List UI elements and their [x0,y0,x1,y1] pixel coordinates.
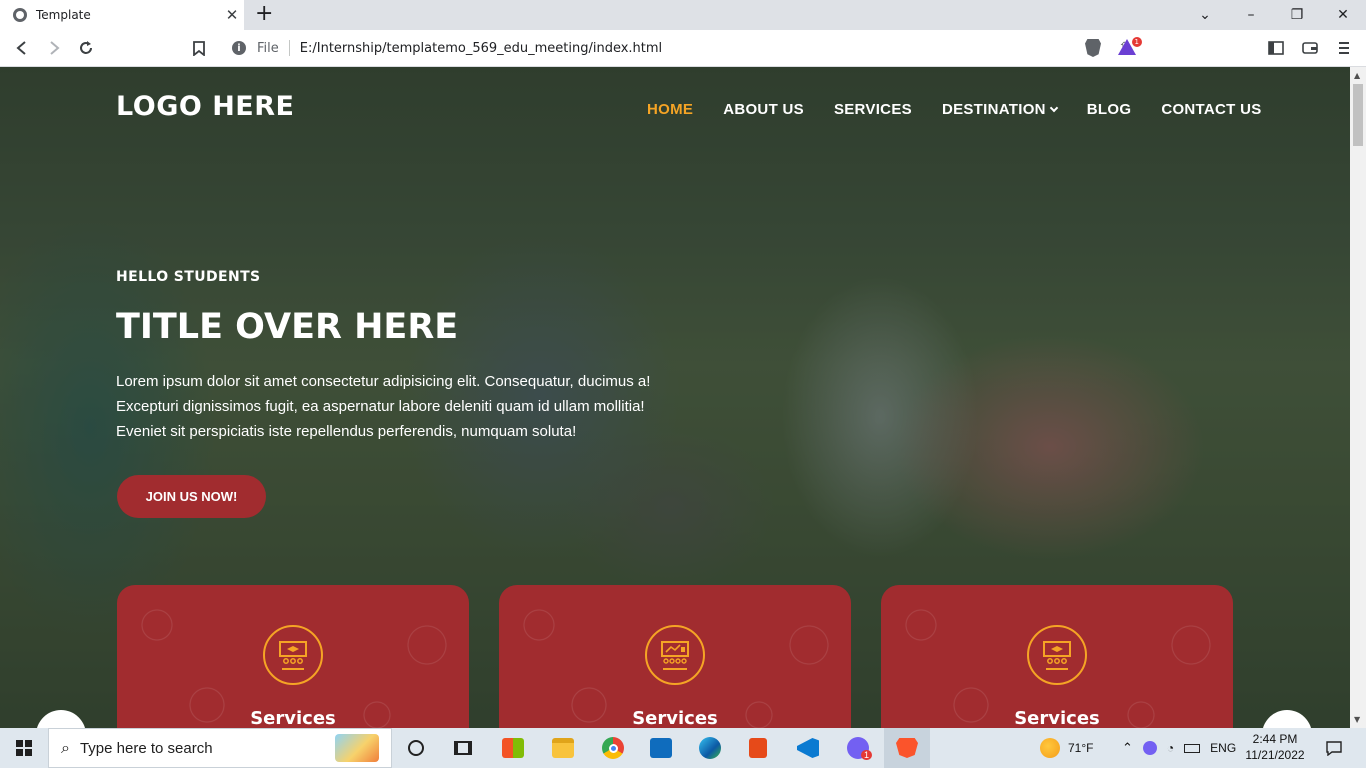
hero-description: Lorem ipsum dolor sit amet consectetur a… [116,369,706,444]
nav-blog[interactable]: BLOG [1087,101,1132,118]
viber-tray-icon[interactable] [1142,741,1157,755]
nav-destination-label: DESTINATION [941,101,1046,118]
globe-icon [13,8,27,22]
site-info-icon[interactable]: i [232,41,246,55]
graduation-board-icon [263,625,323,685]
page-scrollbar[interactable]: ▲ ▼ [1350,67,1366,728]
taskbar-search[interactable]: ⌕ Type here to search [48,728,392,768]
language-indicator[interactable]: ENG [1210,741,1236,755]
sidebar-icon[interactable] [1262,34,1290,62]
search-icon: ⌕ [61,738,70,757]
hero-description-line: Eveniet sit perspiciatis iste repellendu… [116,423,577,440]
search-placeholder: Type here to search [79,739,213,757]
service-card[interactable]: Services [117,585,469,728]
wallet-icon[interactable] [1296,34,1324,62]
browser-tab[interactable]: Template ✕ [0,0,244,30]
windows-taskbar: ⌕ Type here to search 1 71°F ⌃ ◔ ENG 2:4… [0,728,1366,768]
taskbar-clock[interactable]: 2:44 PM 11/21/2022 [1240,731,1310,763]
edge-icon[interactable] [687,728,733,768]
nav-home[interactable]: HOME [647,101,693,118]
scroll-up-arrow-icon[interactable]: ▲ [1354,71,1360,80]
nav-services[interactable]: SERVICES [834,101,912,118]
weather-icon [1040,738,1060,758]
office-icon[interactable] [735,728,781,768]
vscode-icon[interactable] [785,728,831,768]
brave-browser-icon[interactable] [884,728,930,768]
main-nav: HOME ABOUT US SERVICES DESTINATION BLOG … [647,101,1292,118]
nav-contact-us[interactable]: CONTACT US [1161,101,1261,118]
scroll-down-arrow-icon[interactable]: ▼ [1354,715,1360,724]
minimize-button[interactable]: – [1228,0,1274,30]
tab-title: Template [36,8,91,22]
hero-description-line: Lorem ipsum dolor sit amet consectetur a… [116,373,651,390]
menu-icon[interactable] [1330,34,1358,62]
card-title: Services [1014,708,1100,728]
forward-icon[interactable] [40,34,68,62]
page-viewport: LOGO HERE HOME ABOUT US SERVICES DESTINA… [0,67,1350,728]
mail-icon[interactable] [638,728,684,768]
chevron-down-icon [1049,103,1059,112]
battery-icon[interactable] [1184,743,1201,753]
service-card[interactable]: Services [881,585,1233,728]
brave-rewards-icon[interactable]: 1 [1118,37,1142,55]
task-view-icon[interactable] [440,728,486,768]
rewards-badge: 1 [1131,37,1142,47]
url-divider [288,40,290,56]
reload-icon[interactable] [72,34,100,62]
tab-close-icon[interactable]: ✕ [220,6,244,24]
clock-time: 2:44 PM [1252,732,1298,746]
system-tray: ⌃ ◔ ENG [1122,728,1236,768]
bookmark-icon[interactable] [185,34,213,62]
graduation-board-icon [1027,625,1087,685]
clock-date: 11/21/2022 [1245,748,1305,762]
card-title: Services [250,708,336,728]
windows-logo-icon [16,740,32,756]
tab-search-icon[interactable]: ⌄ [1182,0,1228,30]
file-explorer-icon[interactable] [540,728,586,768]
nav-destination[interactable]: DESTINATION [941,101,1059,118]
hero-title: TITLE OVER HERE [116,307,459,347]
nav-about-us[interactable]: ABOUT US [723,101,804,118]
site-logo[interactable]: LOGO HERE [116,91,294,122]
address-bar[interactable]: i File E:/Internship/templatemo_569_edu_… [220,33,1144,63]
viber-icon[interactable]: 1 [835,728,881,768]
back-icon[interactable] [8,34,36,62]
microsoft-store-icon[interactable] [490,728,536,768]
weather-widget[interactable]: 71°F [1040,728,1093,768]
weather-temp: 71°F [1068,741,1094,755]
browser-toolbar: i File E:/Internship/templatemo_569_edu_… [0,30,1366,67]
new-tab-button[interactable]: + [255,2,273,26]
start-button[interactable] [0,728,48,768]
restore-button[interactable]: ❐ [1274,0,1320,30]
hero-eyebrow: HELLO STUDENTS [116,269,261,285]
presentation-board-icon [645,625,705,685]
url-scheme: File [257,40,279,56]
notifications-icon[interactable] [1312,728,1356,768]
scrollbar-thumb[interactable] [1353,84,1363,146]
service-card[interactable]: Services [499,585,851,728]
close-window-button[interactable]: ✕ [1320,0,1366,30]
cortana-icon[interactable] [393,728,439,768]
brave-shields-icon[interactable] [1079,34,1107,62]
hero-description-line: Excepturi dignissimos fugit, ea aspernat… [116,398,645,415]
network-icon[interactable]: ◔ [1167,741,1174,755]
tab-strip: Template ✕ + ⌄ – ❐ ✕ [0,0,1366,30]
chrome-icon[interactable] [590,728,636,768]
viber-badge: 1 [861,750,873,760]
chevron-up-icon[interactable]: ⌃ [1122,740,1133,756]
search-highlight-icon [335,734,379,762]
card-title: Services [632,708,718,728]
join-us-button[interactable]: JOIN US NOW! [117,475,266,518]
url-text[interactable]: E:/Internship/templatemo_569_edu_meeting… [300,41,1119,56]
